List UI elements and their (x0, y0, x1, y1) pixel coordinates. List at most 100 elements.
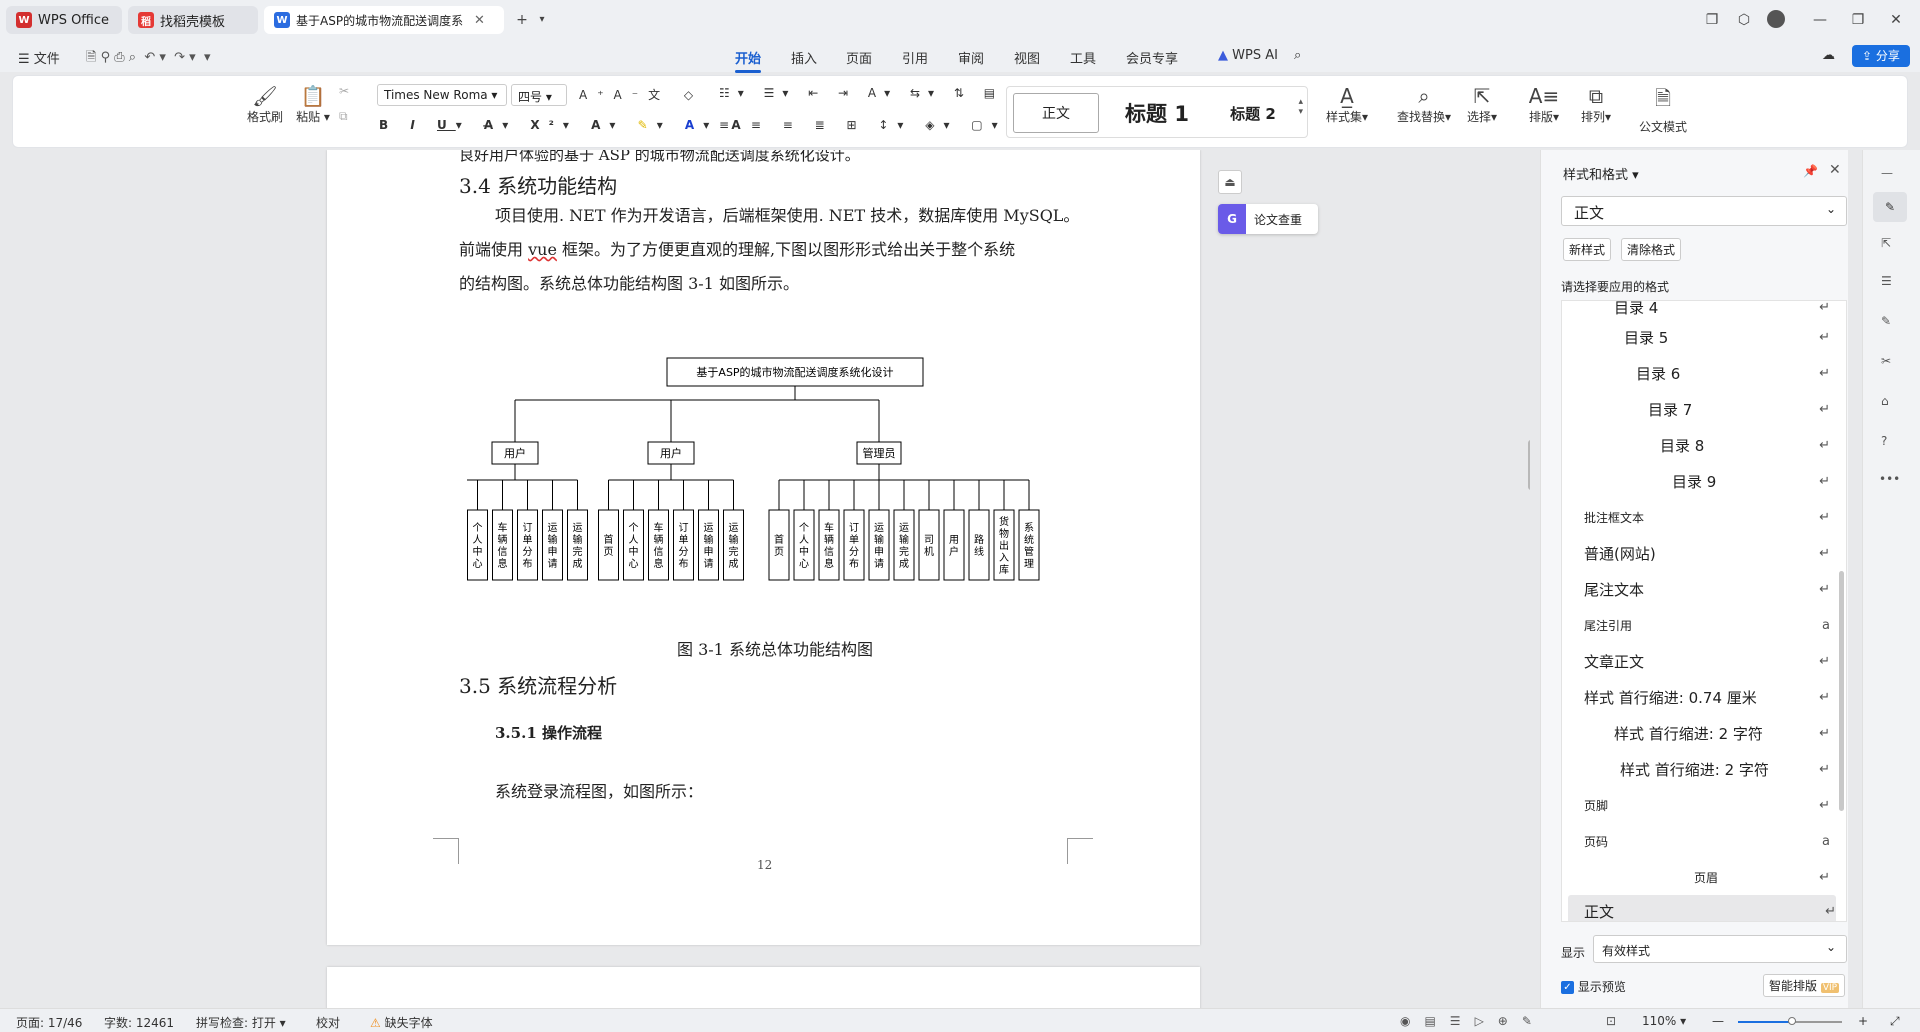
wps-ai-button[interactable]: ▲ WPS AI (1218, 48, 1278, 63)
typeset-button[interactable]: A≡ 排版▾ (1521, 84, 1567, 125)
style-item[interactable]: 目录 7 ↵ (1584, 393, 1830, 425)
gallery-scroll-icon[interactable]: ▴ ▾ (1298, 97, 1303, 117)
panel-close-icon[interactable]: ✕ (1829, 162, 1841, 178)
tab-page[interactable]: 页面 (846, 48, 872, 67)
file-menu[interactable]: ☰ 文件 (18, 48, 60, 67)
help-icon[interactable]: ? (1881, 434, 1887, 448)
font-size-select[interactable]: 四号 ▾ (511, 84, 567, 106)
zoom-in-icon[interactable]: + (1858, 1014, 1868, 1028)
style-item[interactable]: 目录 8 ↵ (1584, 429, 1830, 461)
new-tab-icon[interactable]: + (512, 10, 532, 30)
style-item[interactable]: 目录 4 ↵ (1584, 301, 1830, 323)
shirt-icon[interactable]: ⌂ (1881, 394, 1889, 408)
fit-icon[interactable]: ⊡ (1606, 1014, 1616, 1028)
style-item[interactable]: 普通(网站) ↵ (1584, 537, 1830, 569)
paragraph-tools-row1[interactable]: ☷▾ ☰▾ ⇤ ⇥ A▾ ⇆▾ ⇅ ▤ (719, 86, 1003, 100)
style-heading2[interactable]: 标题 2 (1211, 93, 1295, 133)
clear-format-button[interactable]: 清除格式 (1621, 238, 1682, 261)
format-painter-button[interactable]: 🖌 格式刷 (243, 84, 287, 125)
chevron-down-icon[interactable]: ▾ (532, 10, 552, 30)
zoom-out-icon[interactable]: — (1712, 1014, 1724, 1028)
tools-icon[interactable]: ✂ (1881, 354, 1891, 368)
arrange-button[interactable]: ⧉ 排列▾ (1573, 84, 1619, 125)
page-indicator[interactable]: 页面: 17/46 (16, 1014, 82, 1031)
paste-button[interactable]: 📋 粘贴 ▾ (291, 84, 335, 125)
style-item[interactable]: 样式 首行缩进: 0.74 厘米 ↵ (1584, 681, 1830, 713)
tab-document[interactable]: W 基于ASP的城市物流配送调度系 ✕ (264, 6, 504, 34)
restore-icon[interactable]: ❐ (1848, 10, 1868, 30)
paragraph-tools-row2[interactable]: ≡ ≡ ≡ ≣ ⊞ ↕▾ ◈▾ ▢▾ (719, 118, 1007, 132)
tab-template[interactable]: 稻 找稻壳模板 (128, 6, 258, 34)
font-name-select[interactable]: Times New Roma ▾ (377, 84, 507, 106)
pin-icon[interactable]: 📌 (1803, 164, 1818, 178)
style-item[interactable]: 目录 5 ↵ (1584, 321, 1830, 353)
word-count[interactable]: 字数: 12461 (104, 1014, 174, 1031)
find-replace-button[interactable]: ⌕ 查找替换▾ (1391, 84, 1457, 125)
window-layout-icon[interactable]: ❐ (1702, 10, 1722, 30)
style-set-button[interactable]: A̲ 样式集▾ (1319, 84, 1375, 125)
share-button[interactable]: ⇪ 分享 (1852, 45, 1910, 67)
collapse-icon[interactable]: ⏏ (1218, 170, 1242, 194)
style-pen-icon[interactable]: ✎ (1873, 192, 1907, 222)
font-tools-row2[interactable]: B I U▾ A̶▾ X²▾ A▾ ✎▾ A▾ A (379, 118, 750, 132)
style-item[interactable]: 文章正文 ↵ (1584, 645, 1830, 677)
tab-tools[interactable]: 工具 (1070, 48, 1096, 67)
style-item[interactable]: 目录 9 ↵ (1584, 465, 1830, 497)
cloud-icon[interactable]: ☁ (1822, 48, 1835, 63)
document-page[interactable]: 良好用户体验的基于 ASP 的城市物流配送调度系统化设计。 3.4 系统功能结构… (327, 150, 1200, 945)
style-item[interactable]: 尾注引用 a (1584, 609, 1830, 641)
show-preview-checkbox[interactable]: ✓ 显示预览 (1561, 978, 1626, 995)
new-style-button[interactable]: 新样式 (1563, 238, 1612, 261)
tab-wps-office[interactable]: W WPS Office (6, 6, 122, 34)
tab-insert[interactable]: 插入 (791, 48, 817, 67)
zoom-level[interactable]: 110% ▾ (1642, 1014, 1686, 1028)
style-item[interactable]: 目录 6 ↵ (1584, 357, 1830, 389)
proofread[interactable]: 校对 (316, 1014, 340, 1031)
style-normal[interactable]: 正文 (1013, 93, 1099, 133)
style-item[interactable]: 样式 首行缩进: 2 字符 ↵ (1584, 753, 1830, 785)
search-icon[interactable]: ⌕ (1294, 48, 1301, 63)
style-item[interactable]: 页码 a (1584, 825, 1830, 857)
minimize-icon[interactable]: — (1810, 10, 1830, 30)
official-mode-button[interactable]: 🗎 公文模式 (1633, 84, 1693, 135)
tab-member[interactable]: 会员专享 (1126, 48, 1178, 67)
tab-review[interactable]: 审阅 (958, 48, 984, 67)
select-button[interactable]: ⇱ 选择▾ (1459, 84, 1505, 125)
zoom-handle[interactable] (1788, 1017, 1796, 1025)
vertical-scrollbar[interactable] (1528, 440, 1530, 490)
copy-icon[interactable]: ⧉ (339, 109, 348, 124)
style-item[interactable]: 批注框文本 ↵ (1584, 501, 1830, 533)
adjust-icon[interactable]: ☰ (1881, 274, 1892, 288)
cut-icon[interactable]: ✂ (339, 84, 349, 98)
close-icon[interactable]: ✕ (474, 13, 485, 28)
style-heading1[interactable]: 标题 1 (1107, 93, 1207, 133)
style-item[interactable]: 页脚 ↵ (1584, 789, 1830, 821)
window-close-icon[interactable]: ✕ (1886, 10, 1906, 30)
paper-check-button[interactable]: G 论文查重 (1218, 204, 1318, 234)
style-item[interactable]: 样式 首行缩进: 2 字符 ↵ (1584, 717, 1830, 749)
font-tools-row1[interactable]: A⁺A⁻文 ◇ (579, 86, 703, 103)
quick-access-icons[interactable]: 🗎 ⚲ ⎙ ⌕ ↶ ▾ ↷ ▾ ▾ (86, 48, 210, 70)
missing-font[interactable]: ⚠ 缺失字体 (370, 1014, 433, 1031)
avatar[interactable] (1766, 10, 1786, 30)
current-style-select[interactable]: 正文 ⌄ (1561, 196, 1847, 226)
style-item[interactable]: 页眉 ↵ (1584, 861, 1830, 893)
tab-reference[interactable]: 引用 (902, 48, 928, 67)
tab-start[interactable]: 开始 (735, 48, 762, 73)
select-cursor-icon[interactable]: ⇱ (1881, 236, 1891, 250)
display-select[interactable]: 有效样式 ⌄ (1593, 935, 1847, 963)
view-mode-icons[interactable]: ◉▤☰▷⊕✎ (1400, 1014, 1546, 1028)
edit-icon[interactable]: ✎ (1881, 314, 1891, 328)
cube-icon[interactable]: ⬡ (1734, 10, 1754, 30)
style-item[interactable]: 尾注文本 ↵ (1584, 573, 1830, 605)
smart-typeset-button[interactable]: 智能排版 VIP (1763, 974, 1846, 997)
list-scrollbar[interactable] (1839, 571, 1844, 811)
next-page[interactable] (327, 967, 1200, 1008)
more-icon[interactable]: ••• (1879, 472, 1900, 486)
style-item-selected[interactable]: 正文 ↵ (1568, 895, 1836, 921)
fullscreen-icon[interactable]: ⤢ (1890, 1014, 1900, 1029)
spell-check[interactable]: 拼写检查: 打开 ▾ (196, 1014, 286, 1031)
tab-view[interactable]: 视图 (1014, 48, 1040, 67)
collapse-panel-icon[interactable]: — (1881, 166, 1893, 180)
chevron-down-icon: ⌄ (1825, 940, 1836, 954)
